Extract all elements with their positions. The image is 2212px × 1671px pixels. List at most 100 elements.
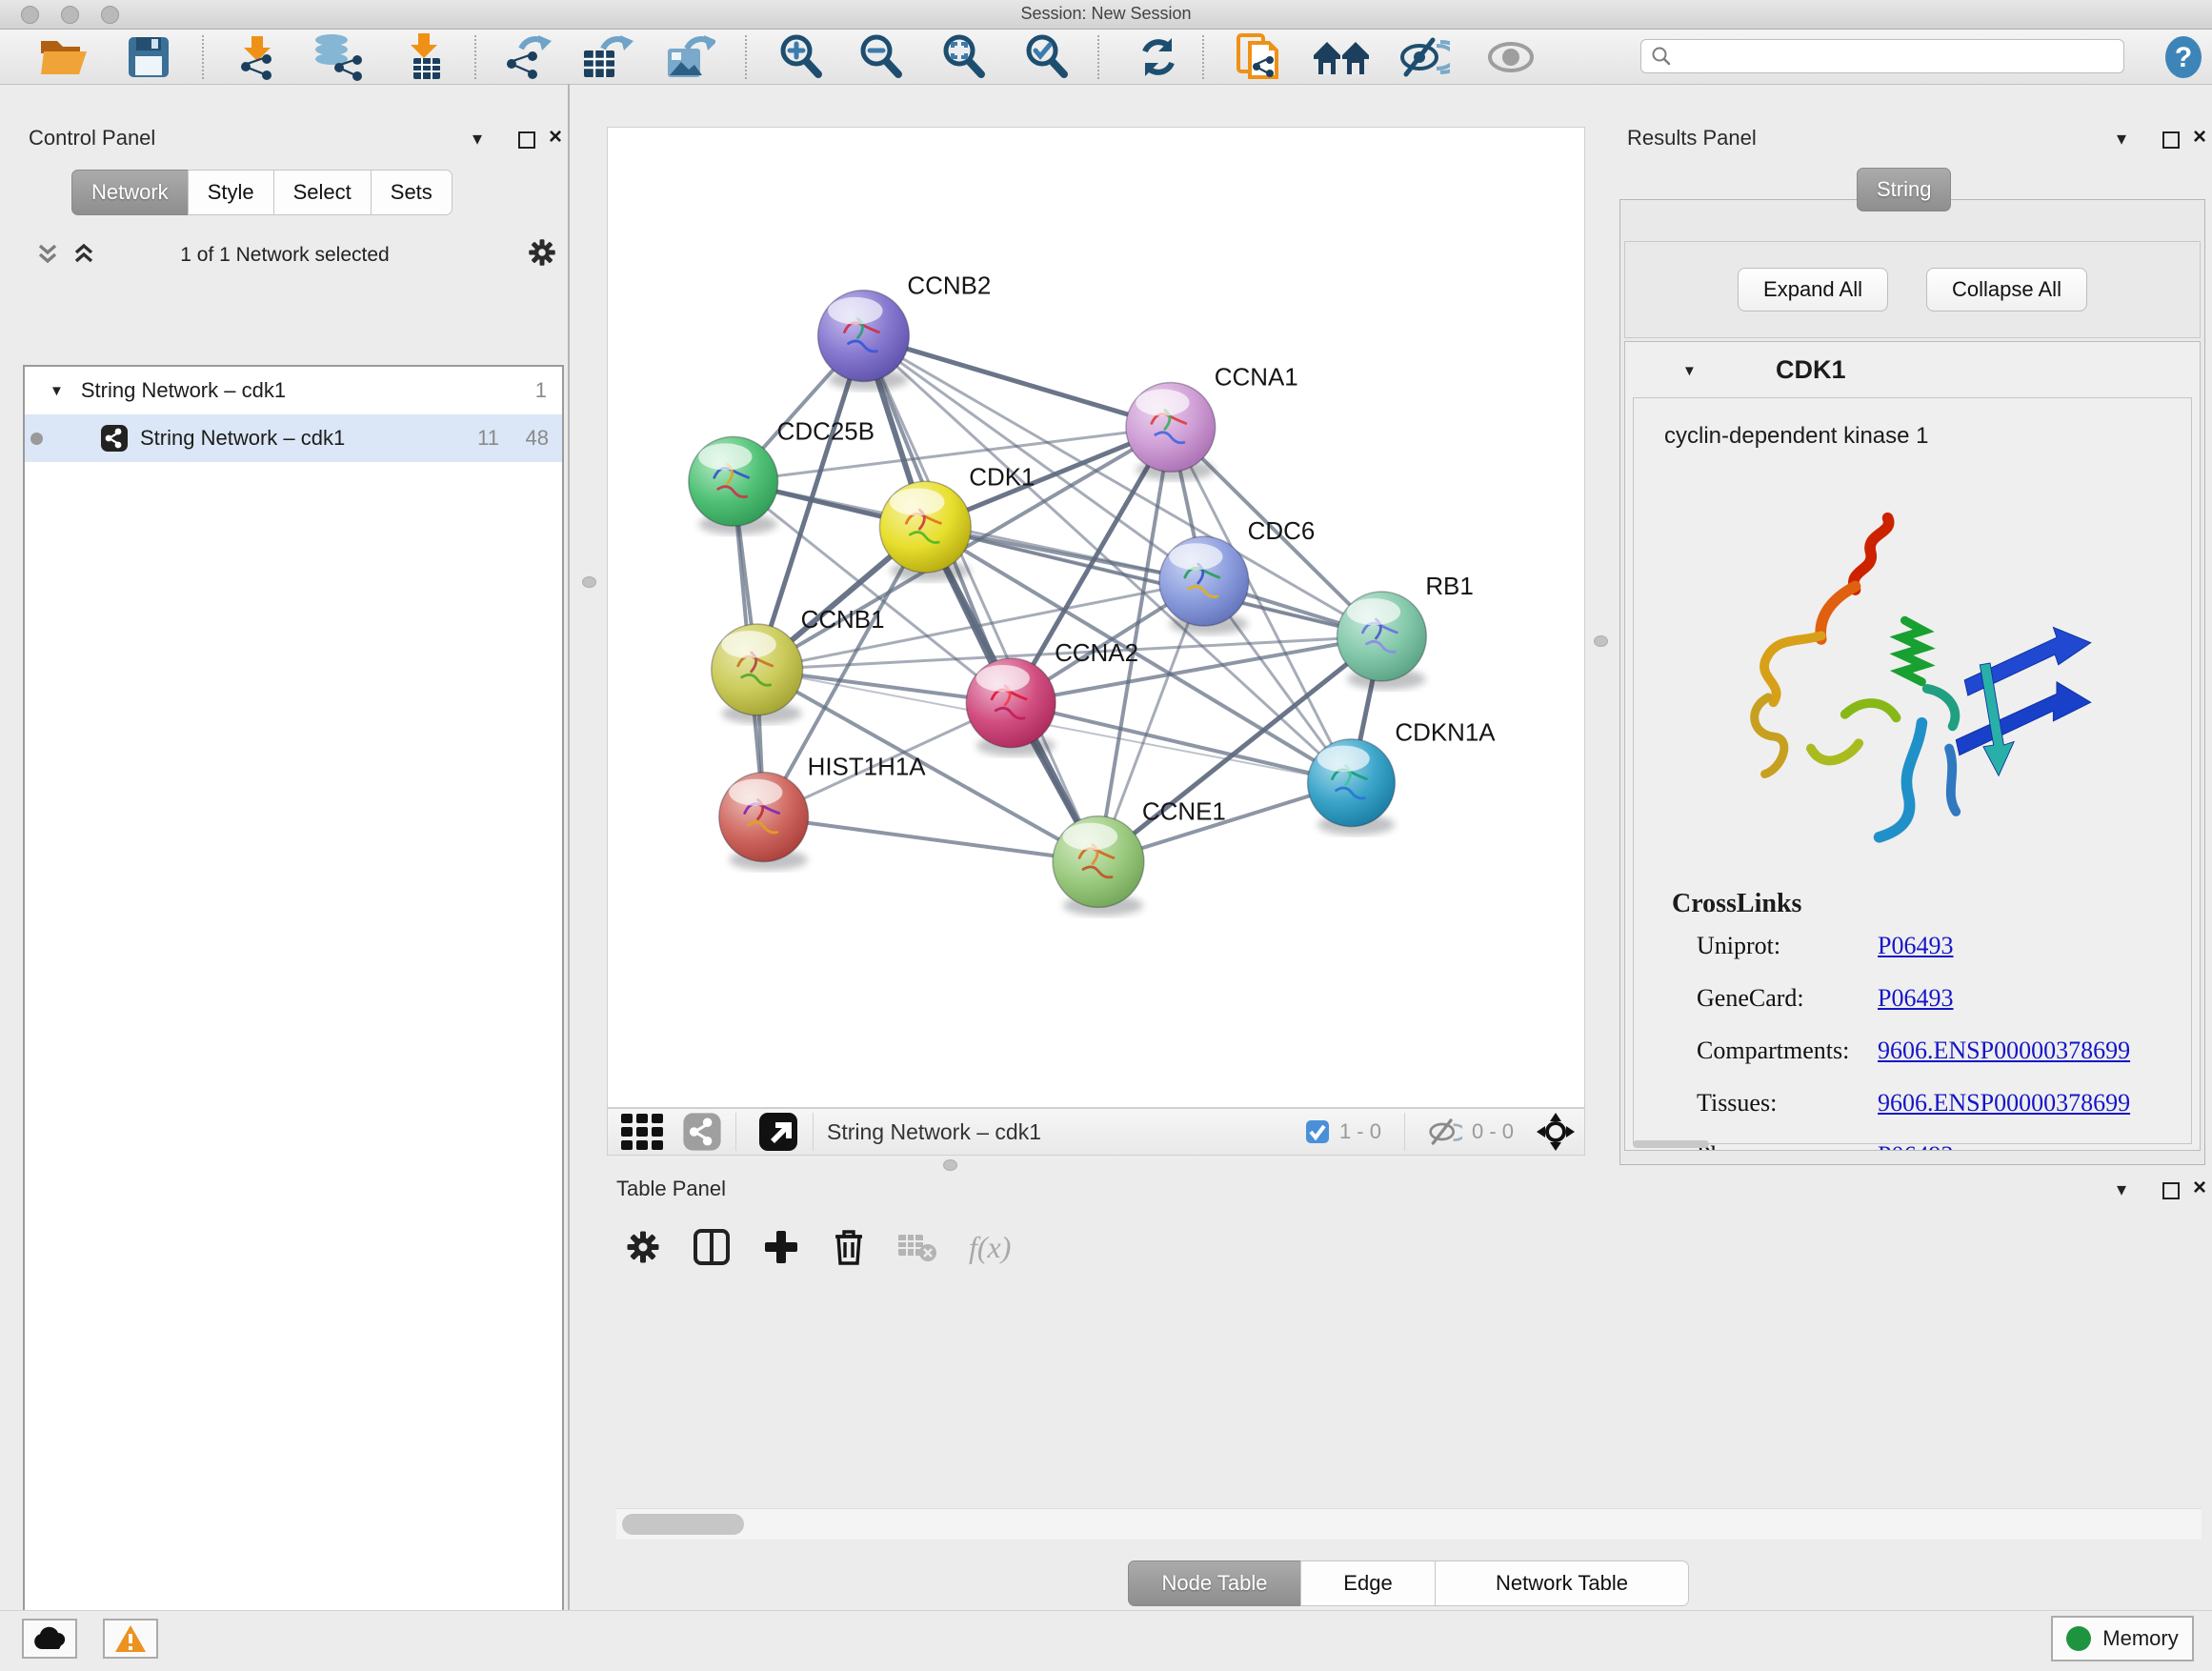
table-tab-strip: Node TableEdge TableNetwork Table: [1129, 1560, 1689, 1606]
network-node-ccnb2[interactable]: [818, 291, 910, 391]
node-label-rb1: RB1: [1425, 574, 1473, 600]
cloud-button[interactable]: [22, 1619, 77, 1659]
gene-expander-icon[interactable]: ▼: [1682, 363, 1697, 379]
panel-maximize-icon[interactable]: [2162, 1182, 2180, 1199]
tree-expander-icon[interactable]: ▼: [50, 383, 64, 399]
crosslink-link[interactable]: P06493: [1878, 984, 1953, 1013]
network-node-cdk1[interactable]: [879, 481, 971, 581]
right-splitter-handle[interactable]: [1594, 635, 1608, 647]
crosslink-link[interactable]: P06493: [1878, 932, 1953, 960]
network-collection-row[interactable]: ▼ String Network – cdk1 1: [25, 367, 562, 414]
expand-all-button[interactable]: Expand All: [1738, 268, 1888, 312]
toolbar-separator: [745, 35, 747, 79]
search-input[interactable]: [1672, 45, 2095, 69]
table-hscroll-thumb[interactable]: [622, 1514, 744, 1535]
refresh-icon[interactable]: [1132, 35, 1185, 79]
show-columns-icon[interactable]: [693, 1228, 731, 1266]
network-edge[interactable]: [863, 336, 1098, 862]
network-options-gear-icon[interactable]: [528, 238, 556, 272]
network-node-cdc25b[interactable]: [689, 436, 778, 534]
collection-count: 1: [535, 378, 547, 403]
network-edge[interactable]: [764, 817, 1098, 862]
crosshair-icon[interactable]: [1537, 1113, 1575, 1151]
cloud-icon: [32, 1626, 67, 1651]
export-image-icon[interactable]: [661, 35, 718, 79]
panel-close-icon[interactable]: ×: [549, 128, 562, 147]
gene-detail-box: cyclin-dependent kinase 1: [1633, 397, 2192, 1144]
export-network-icon[interactable]: [499, 35, 556, 79]
selected-checkbox-icon[interactable]: [1305, 1119, 1330, 1144]
network-node-hist1h1a[interactable]: [719, 773, 809, 871]
collapse-all-button[interactable]: Collapse All: [1926, 268, 2087, 312]
export-table-icon[interactable]: [577, 35, 636, 79]
add-column-icon[interactable]: [763, 1229, 799, 1265]
tab-sets[interactable]: Sets: [371, 170, 452, 215]
panel-float-icon[interactable]: ▾: [2117, 130, 2126, 149]
zoom-in-icon[interactable]: [774, 35, 831, 79]
crosslink-row: GeneCard:P06493: [1634, 972, 2191, 1024]
node-label-cdkn1a: CDKN1A: [1395, 720, 1496, 747]
tab-node-table[interactable]: Node Table: [1128, 1560, 1301, 1606]
save-session-icon[interactable]: [122, 35, 175, 79]
results-hscroll-thumb[interactable]: [1633, 1140, 1709, 1148]
panel-float-icon[interactable]: ▾: [473, 130, 482, 149]
toolbar-separator: [1202, 35, 1204, 79]
network-view-title: String Network – cdk1: [827, 1119, 1041, 1145]
zoom-out-icon[interactable]: [854, 35, 911, 79]
network-node-ccne1[interactable]: [1053, 816, 1144, 916]
table-hscrollbar[interactable]: [616, 1508, 2202, 1540]
zoom-fit-icon[interactable]: [936, 35, 994, 79]
crosslink-link[interactable]: P06493: [1878, 1141, 1953, 1152]
left-splitter-handle[interactable]: [582, 576, 596, 588]
network-node-cdkn1a[interactable]: [1308, 739, 1396, 836]
open-session-icon[interactable]: [34, 35, 93, 79]
hidden-eye-icon[interactable]: [1428, 1118, 1462, 1145]
import-network-database-icon[interactable]: [303, 35, 368, 79]
warning-button[interactable]: [103, 1619, 158, 1659]
network-canvas[interactable]: CCNB2CCNA1CDC25BCDK1CDC6RB1CCNB1CCNA2CDK…: [607, 127, 1585, 1108]
import-table-icon[interactable]: [398, 35, 453, 79]
toolbar-divider: [735, 1113, 736, 1151]
memory-button[interactable]: Memory: [2051, 1616, 2194, 1661]
tab-select[interactable]: Select: [273, 170, 372, 215]
network-node-ccna1[interactable]: [1126, 382, 1216, 480]
node-label-ccnb1: CCNB1: [801, 607, 885, 634]
crosslink-link[interactable]: 9606.ENSP00000378699: [1878, 1037, 2130, 1065]
table-toolbar: f(x): [614, 1218, 2205, 1277]
crosslink-link[interactable]: 9606.ENSP00000378699: [1878, 1089, 2130, 1117]
tab-string[interactable]: String: [1857, 168, 1951, 211]
gene-description: cyclin-dependent kinase 1: [1664, 423, 2191, 450]
network-row[interactable]: String Network – cdk1 11 48: [25, 414, 562, 462]
birdseye-grid-icon[interactable]: [621, 1114, 665, 1150]
delete-column-icon[interactable]: [832, 1228, 866, 1266]
tab-network-table[interactable]: Network Table: [1435, 1560, 1689, 1606]
window-title: Session: New Session: [0, 4, 2212, 24]
tab-style[interactable]: Style: [188, 170, 274, 215]
table-options-gear-icon[interactable]: [626, 1230, 660, 1264]
first-neighbors-icon[interactable]: [1309, 35, 1374, 79]
panel-maximize-icon[interactable]: [518, 131, 535, 149]
tab-network[interactable]: Network: [71, 170, 189, 215]
network-node-ccna2[interactable]: [966, 658, 1056, 756]
import-network-file-icon[interactable]: [229, 35, 286, 79]
node-label-cdc6: CDC6: [1248, 518, 1316, 545]
results-content-box: ▼ CDK1 cyclin-dependent kinase 1: [1624, 341, 2201, 1151]
detach-view-icon[interactable]: [757, 1113, 799, 1151]
panel-close-icon[interactable]: ×: [2193, 1178, 2206, 1198]
panel-close-icon[interactable]: ×: [2193, 128, 2206, 147]
tab-edge-table[interactable]: Edge Table: [1300, 1560, 1436, 1606]
copy-network-icon[interactable]: [1229, 35, 1288, 79]
network-collection-label: String Network – cdk1: [81, 378, 286, 403]
panel-float-icon[interactable]: ▾: [2117, 1180, 2126, 1199]
panel-maximize-icon[interactable]: [2162, 131, 2180, 149]
show-hide-icon[interactable]: [1395, 35, 1454, 79]
network-node-rb1[interactable]: [1337, 592, 1427, 690]
function-builder-icon: f(x): [969, 1230, 1011, 1265]
share-view-icon[interactable]: [682, 1112, 722, 1152]
network-edge[interactable]: [863, 336, 1170, 428]
network-list: ▼ String Network – cdk1 1 String Network…: [23, 365, 564, 1671]
help-icon[interactable]: ?: [2162, 35, 2204, 79]
zoom-selected-icon[interactable]: [1019, 35, 1076, 79]
hidden-counter: 0 - 0: [1472, 1119, 1514, 1144]
network-node-ccnb1[interactable]: [712, 624, 803, 724]
